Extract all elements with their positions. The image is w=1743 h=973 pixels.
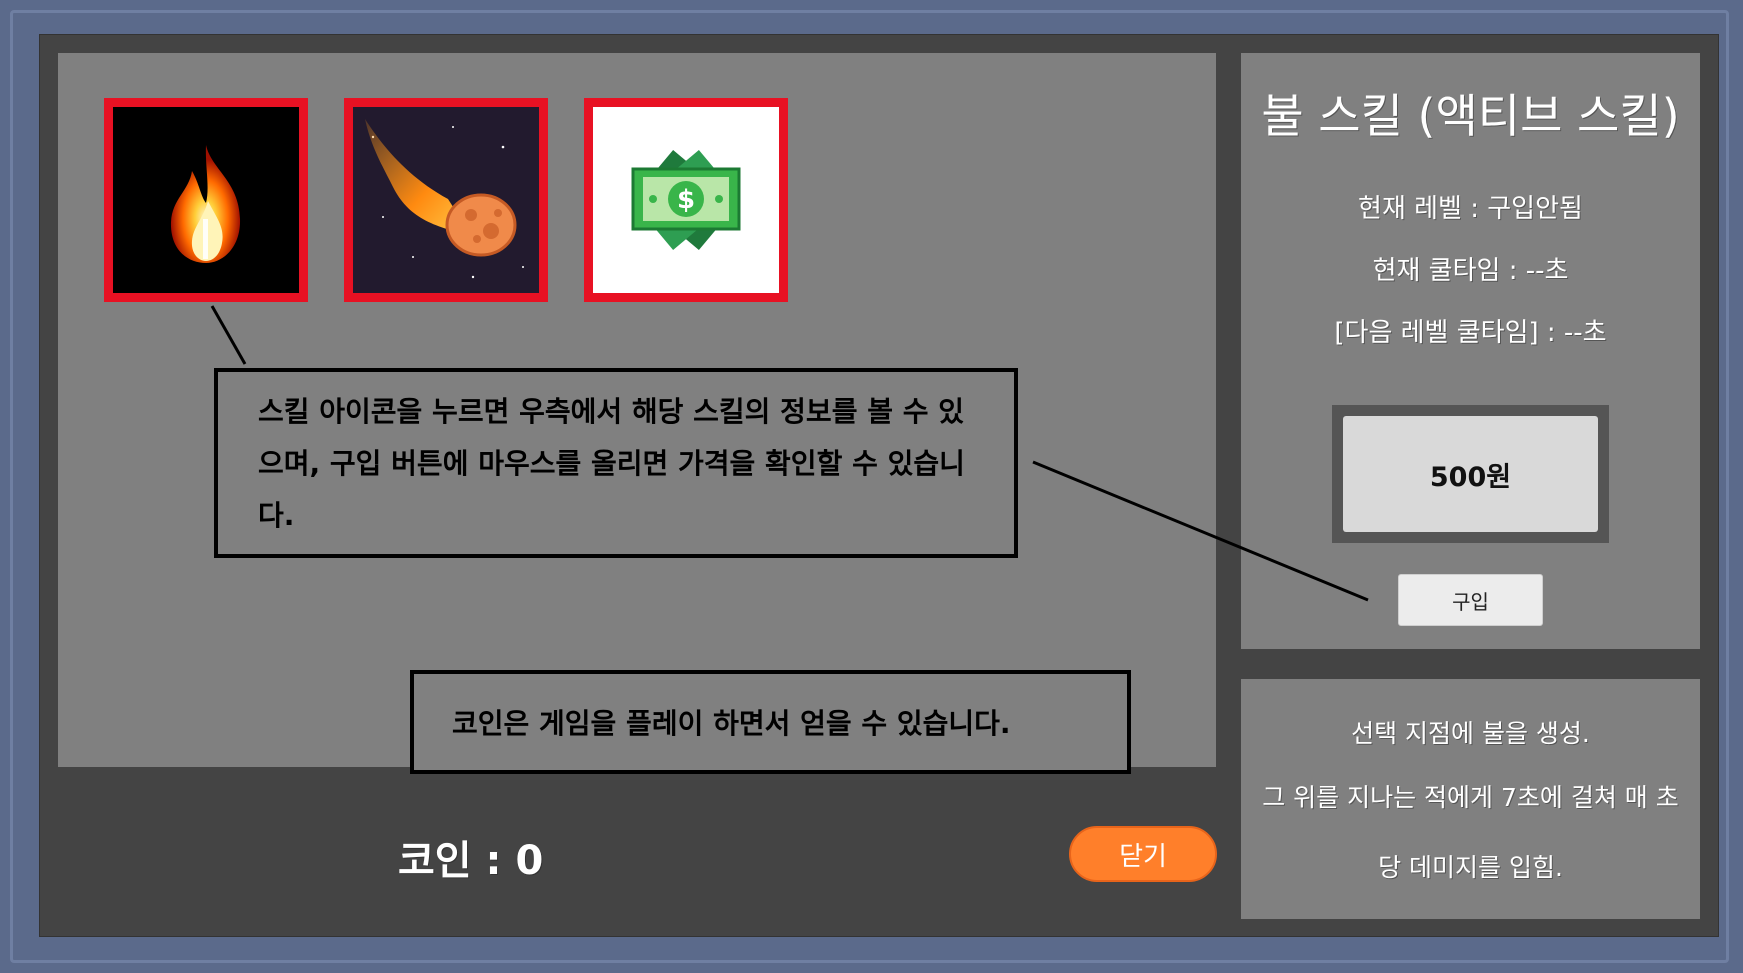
current-cooldown: 현재 쿨타임 : --초 [1372, 256, 1569, 286]
fire-icon [113, 107, 299, 293]
description-line-1: 선택 지점에 불을 생성. [1351, 719, 1590, 748]
coin-info-callout: 코인은 게임을 플레이 하면서 얻을 수 있습니다. [410, 670, 1131, 774]
next-level-cooldown: [다음 레벨 쿨타임] : --초 [1334, 318, 1607, 348]
svg-text:$: $ [677, 185, 695, 215]
skill-icon-meteor[interactable] [344, 98, 548, 302]
close-button[interactable]: 닫기 [1069, 826, 1217, 882]
price-display: 500원 [1343, 416, 1598, 532]
current-level: 현재 레벨 : 구입안됨 [1358, 194, 1583, 224]
skill-info-callout: 스킬 아이콘을 누르면 우측에서 해당 스킬의 정보를 볼 수 있으며, 구입 … [214, 368, 1018, 558]
buy-button[interactable]: 구입 [1398, 574, 1543, 626]
description-line-3: 당 데미지를 입힘. [1378, 853, 1563, 882]
skill-title: 불 스킬 (액티브 스킬) [1261, 89, 1680, 143]
meteor-icon [353, 107, 539, 293]
skill-icon-fire[interactable] [104, 98, 308, 302]
money-icon: $ [593, 107, 779, 293]
skill-icon-money[interactable]: $ [584, 98, 788, 302]
description-line-2: 그 위를 지나는 적에게 7초에 걸쳐 매 초 [1262, 783, 1679, 812]
coin-count: 코인 : 0 [398, 838, 544, 884]
